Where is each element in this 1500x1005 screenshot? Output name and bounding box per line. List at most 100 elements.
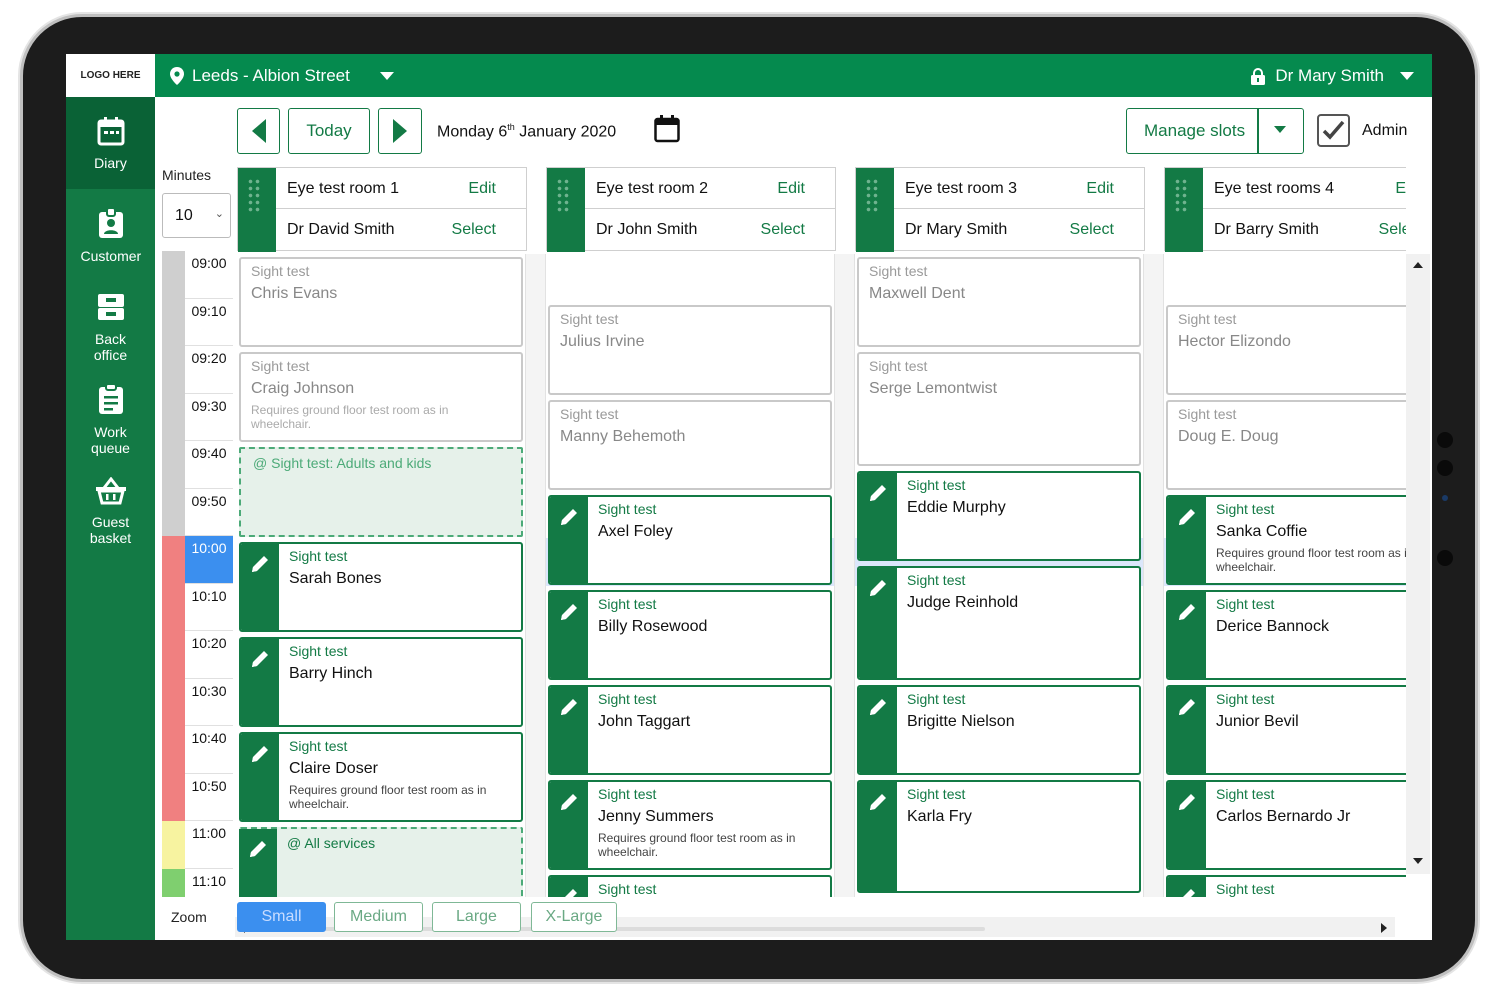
appointment-card[interactable]: Sight test Junior Bevil [1166, 684, 1406, 775]
zoom-x-large-button[interactable]: X-Large [531, 902, 617, 932]
sidebar-item-customer[interactable]: Customer [66, 189, 155, 281]
appointment-card[interactable]: Sight test Claire Doser Requires ground fl… [239, 732, 523, 822]
appointment-card[interactable]: Sight test Billy Rosewood [548, 589, 832, 680]
previous-day-button[interactable] [237, 108, 280, 154]
pencil-icon[interactable] [250, 649, 270, 674]
doctor-name: Dr David Smith [287, 221, 395, 238]
appointment-card[interactable]: Sight test Sarah Bones [239, 542, 523, 632]
pencil-icon[interactable] [559, 887, 579, 897]
pencil-icon[interactable] [1177, 697, 1197, 722]
select-doctor-button[interactable]: Select [1070, 221, 1114, 239]
next-day-button[interactable] [378, 108, 422, 154]
past-appointment[interactable]: Sight test Julius Irvine [548, 304, 832, 395]
edit-room-button[interactable]: Edit [1395, 180, 1406, 198]
sidebar-item-guest-basket[interactable]: Guest basket [66, 465, 155, 557]
appointment-service: Sight test [598, 785, 657, 802]
appointment-card[interactable]: Sight test Karla Fry [857, 779, 1141, 894]
pencil-icon[interactable] [868, 483, 888, 508]
appointment-card[interactable]: Sight test Eddie Murphy [857, 470, 1141, 561]
doctor-row: Dr Barry Smith Select [1203, 209, 1406, 250]
drag-handle[interactable] [856, 168, 894, 252]
pencil-icon[interactable] [1177, 887, 1197, 897]
select-doctor-button[interactable]: Select [452, 221, 496, 239]
appointment-customer: Claire Doser [289, 760, 378, 777]
checkmark-icon [1322, 120, 1345, 140]
location-name: Leeds - Albion Street [192, 66, 350, 85]
vertical-scrollbar[interactable] [1406, 254, 1430, 874]
select-doctor-button[interactable]: Select [1379, 221, 1406, 239]
admin-checkbox[interactable] [1317, 114, 1350, 147]
pencil-icon[interactable] [559, 507, 579, 532]
past-appointment[interactable]: Sight test Hector Elizondo [1166, 304, 1406, 395]
appointment-bar [1168, 686, 1206, 773]
zoom-medium-button[interactable]: Medium [334, 902, 423, 932]
scroll-down-icon[interactable] [1413, 858, 1423, 864]
appointment-bar [859, 781, 897, 892]
past-appointment[interactable]: Sight test Doug E. Doug [1166, 399, 1406, 490]
edit-room-button[interactable]: Edit [1086, 180, 1114, 198]
appointment-card[interactable]: Sight test Axel Foley [548, 494, 832, 585]
appointment-card[interactable]: Sight test Brigitte Nielson [857, 684, 1141, 775]
time-label: 11:00 [185, 821, 233, 869]
appointment-card[interactable]: Sight test Carlos Bernardo Jr [1166, 779, 1406, 870]
past-appointment[interactable]: Sight test Serge Lemontwist [857, 352, 1141, 466]
sidebar-item-diary[interactable]: Diary [66, 97, 155, 189]
appointment-customer: Barry Hinch [289, 665, 373, 682]
pencil-icon[interactable] [868, 697, 888, 722]
past-appointment[interactable]: Sight test Manny Behemoth [548, 399, 832, 490]
pencil-icon[interactable] [1177, 602, 1197, 627]
appointment-card[interactable]: Sight test [1166, 874, 1406, 897]
drag-handle[interactable] [547, 168, 585, 252]
select-doctor-button[interactable]: Select [761, 221, 805, 239]
pencil-icon[interactable] [559, 697, 579, 722]
scroll-right-icon[interactable] [1381, 923, 1387, 933]
past-appointment[interactable]: Sight test Craig Johnson Requires ground f… [239, 352, 523, 442]
minutes-select[interactable]: 10 ⌄ [162, 193, 231, 238]
appointment-card[interactable]: Sight test Jenny Summers Requires ground f… [548, 779, 832, 870]
scroll-up-icon[interactable] [1413, 262, 1423, 268]
pencil-icon[interactable] [868, 578, 888, 603]
drag-handle[interactable] [238, 168, 276, 252]
appointment-card[interactable]: Sight test Barry Hinch [239, 637, 523, 727]
room-name: Eye test room 1 [287, 180, 400, 197]
calendar-picker-icon[interactable] [654, 115, 680, 143]
appointment-service: Sight test [907, 476, 966, 493]
chevron-down-icon[interactable] [1274, 126, 1286, 133]
location-selector[interactable]: Leeds - Albion Street [170, 66, 394, 86]
pencil-icon[interactable] [868, 792, 888, 817]
room-header: Eye test room 3 Edit Dr Mary Smith Select [855, 167, 1145, 252]
zoom-large-button[interactable]: Large [432, 902, 521, 932]
schedule-grid: Sight test Hector Elizondo Sight test Doug … [1164, 254, 1406, 897]
time-label: 09:50 [185, 489, 233, 536]
open-slot[interactable]: @ Sight test: Adults and kids [239, 447, 523, 537]
sidebar-item-back-office[interactable]: Back office [66, 281, 155, 373]
appointment-bar [241, 639, 279, 725]
appointment-card[interactable]: Sight test Judge Reinhold [857, 565, 1141, 680]
pencil-icon[interactable] [1177, 792, 1197, 817]
past-appointment[interactable]: Sight test Chris Evans [239, 257, 523, 347]
edit-room-button[interactable]: Edit [777, 180, 805, 198]
past-appointment[interactable]: Sight test Maxwell Dent [857, 257, 1141, 347]
pencil-icon[interactable] [250, 554, 270, 579]
zoom-small-button[interactable]: Small [237, 902, 326, 932]
drag-handle[interactable] [1165, 168, 1203, 252]
appointment-bar [1168, 876, 1206, 897]
admin-label: Admin [1362, 122, 1408, 139]
appointment-card[interactable]: Sight test John Taggart [548, 684, 832, 775]
time-label: 10:20 [185, 631, 233, 679]
pencil-icon[interactable] [248, 839, 268, 864]
column-separator [525, 254, 546, 897]
edit-room-button[interactable]: Edit [468, 180, 496, 198]
pencil-icon[interactable] [1177, 507, 1197, 532]
appointment-customer: Manny Behemoth [560, 427, 686, 445]
pencil-icon[interactable] [250, 744, 270, 769]
pencil-icon[interactable] [559, 792, 579, 817]
open-slot[interactable]: @ All services [239, 827, 523, 897]
pencil-icon[interactable] [559, 602, 579, 627]
appointment-card[interactable]: Sight test [548, 874, 832, 897]
sidebar-item-work-queue[interactable]: Work queue [66, 373, 155, 465]
appointment-card[interactable]: Sight test Sanka Coffie Requires ground fl… [1166, 494, 1406, 585]
appointment-card[interactable]: Sight test Derice Bannock [1166, 589, 1406, 680]
today-button[interactable]: Today [288, 108, 370, 154]
user-menu[interactable]: Dr Mary Smith [1251, 66, 1414, 86]
